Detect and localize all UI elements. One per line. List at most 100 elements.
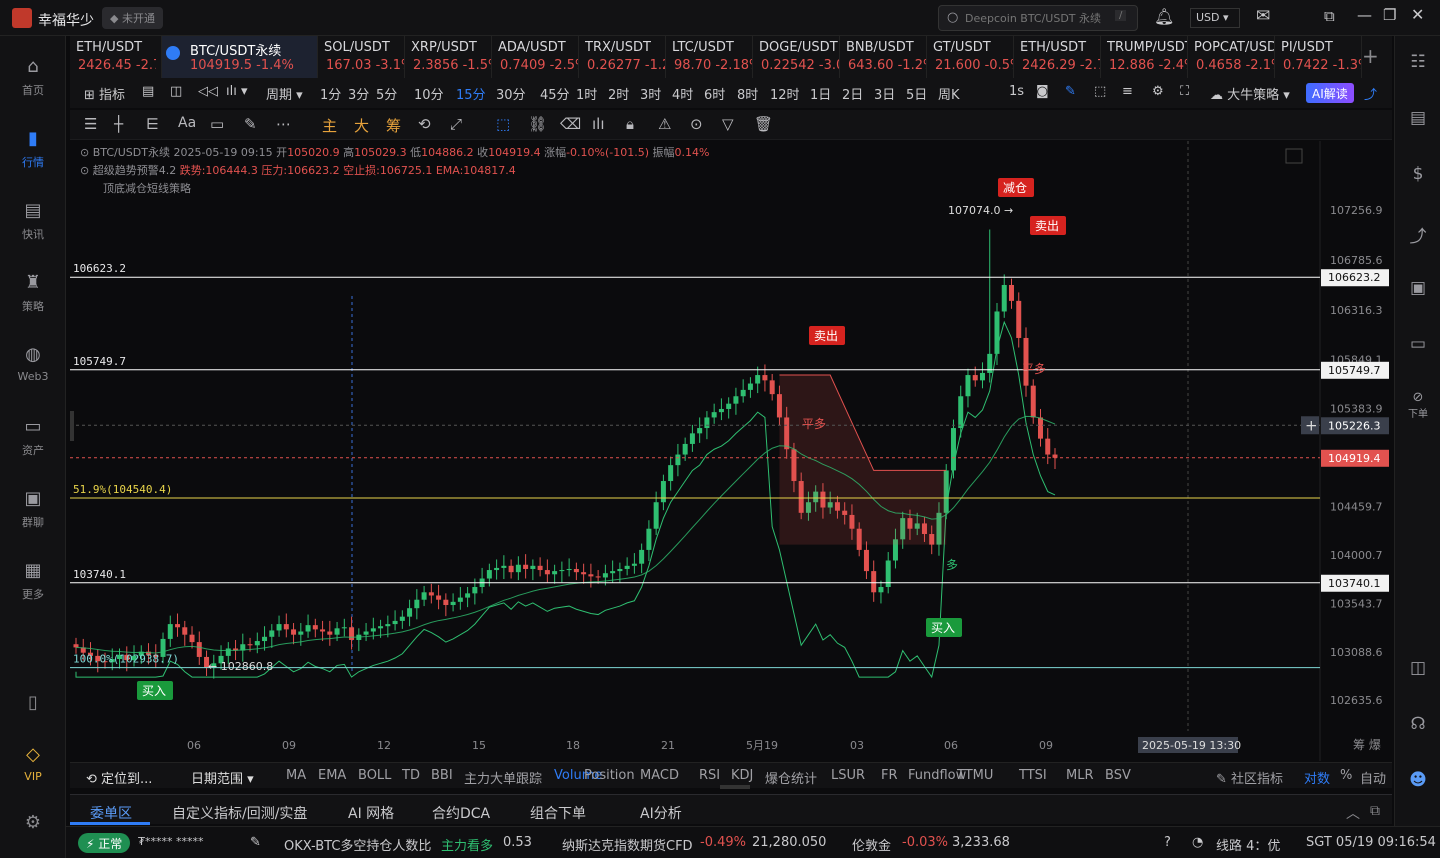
place-order-icon[interactable]: ⊘ 下单 [1406,390,1430,421]
period-17[interactable]: 5日 [906,84,927,103]
bottom-tab-0[interactable]: 委单区 [90,803,132,823]
sidebar-item-4[interactable]: ◍ Web3 [0,344,66,383]
ticker-tab-0[interactable]: ETH/USDT 2426.45 -2.74% [70,36,162,78]
ticker-tab-6[interactable]: LTC/USDT 98.70 -2.18% [666,36,753,78]
indicator-bsv[interactable]: BSV [1105,768,1131,783]
sidebar-item-0[interactable]: ⌂ 首页 [0,56,66,98]
ruler-icon[interactable]: ▭ [210,115,224,133]
left-collapse-handle[interactable] [70,411,74,441]
more-icon[interactable]: ⋯ [276,115,291,133]
eraser-icon[interactable]: ⌫ [560,115,581,133]
period-10[interactable]: 4时 [672,84,693,103]
maximize-icon[interactable]: ❐ [1383,6,1396,24]
period-5[interactable]: 30分 [496,84,526,103]
bottom-tab-1[interactable]: 自定义指标/回测/实盘 [172,803,307,823]
text-icon[interactable]: Aa [178,115,196,131]
search-input[interactable] [965,9,1115,27]
log-scale-toggle[interactable]: 对数 [1304,768,1330,787]
settings-gear-icon[interactable]: ⚙ [0,812,66,833]
global-search[interactable]: ○ / [938,5,1138,31]
settings-icon[interactable]: ⚙ [1152,84,1164,99]
period-1[interactable]: 3分 [348,84,369,103]
sidebar-item-5[interactable]: ▭ 资产 [0,416,66,458]
sidebar-item-7[interactable]: ▦ 更多 [0,560,66,602]
help-icon[interactable]: ? [1164,835,1171,850]
ticker-tab-10[interactable]: ETH/USDT 2426.29 -2.7% [1014,36,1101,78]
period-16[interactable]: 3日 [874,84,895,103]
period-label[interactable]: 周期 ▾ [266,84,303,103]
ai-interpret-button[interactable]: AI解读 [1306,83,1354,103]
lock-icon[interactable]: 🔒︎ [626,115,634,133]
popout-icon[interactable]: ⧉ [1370,803,1380,819]
indicator-ttsi[interactable]: TTSI [1019,768,1047,783]
ticker-tab-2[interactable]: SOL/USDT 167.03 -3.1% [318,36,405,78]
menu-icon[interactable]: ☰ [84,115,97,133]
share-icon[interactable]: ⤴ [1364,84,1377,103]
close-icon[interactable]: ✕ [1411,5,1424,24]
indicator-kdj[interactable]: KDJ [731,768,753,783]
order-book-icon[interactable]: ☷ [1406,52,1430,72]
headset-icon[interactable]: ☊ [1406,714,1430,734]
period-18[interactable]: 周K [938,84,960,103]
camera-icon[interactable]: ◙ [1036,84,1049,99]
panel-icon[interactable]: ◫ [1406,658,1430,678]
list-icon[interactable]: ≡ [1122,84,1133,99]
period-11[interactable]: 6时 [704,84,725,103]
ticker-tab-1[interactable]: BTC/USDT永续 104919.5 -1.4% [162,36,318,78]
sidebar-item-3[interactable]: ♜ 策略 [0,272,66,314]
replay-icon[interactable]: ◁◁ [198,84,218,99]
ticker-tab-9[interactable]: GT/USDT 21.600 -0.5% [927,36,1014,78]
date-range-button[interactable]: 日期范围 ▾ [191,768,254,787]
chart-type-icon[interactable]: ılı ▾ [226,84,248,99]
ticker-tab-7[interactable]: DOGE/USDT 0.22542 -3.0% [753,36,840,78]
indicator-lsur[interactable]: LSUR [831,768,865,783]
monitor-icon[interactable]: ▣ [1406,278,1430,298]
link-icon[interactable]: ⛓ [528,115,547,133]
brush-icon[interactable]: ✎ [244,115,257,133]
ticker-tab-4[interactable]: ADA/USDT 0.7409 -2.5% [492,36,579,78]
indicator-ttmu[interactable]: TTMU [957,768,993,783]
period-9[interactable]: 3时 [640,84,661,103]
chips-toggle[interactable]: 筹 [386,115,401,136]
bottom-tab-3[interactable]: 合约DCA [432,803,490,823]
indicator-rsi[interactable]: RSI [699,768,720,783]
bottom-tab-5[interactable]: AI分析 [640,803,682,823]
pen-icon[interactable]: ✎ [1065,84,1076,99]
period-13[interactable]: 12时 [770,84,800,103]
ticker-tab-3[interactable]: XRP/USDT 2.3856 -1.5% [405,36,492,78]
indicator-position[interactable]: Position [584,768,635,783]
indicator-td[interactable]: TD [402,768,420,783]
chart-fullscreen-icon[interactable] [1285,148,1303,164]
period-7[interactable]: 1时 [576,84,597,103]
currency-select[interactable]: USD ▾ [1190,8,1240,28]
filter-icon[interactable]: ▽ [722,115,734,133]
period-12[interactable]: 8时 [737,84,758,103]
crop-icon[interactable]: ⬚ [1094,84,1106,99]
ticker-tab-11[interactable]: TRUMP/USDT 12.886 -2.4% [1101,36,1188,78]
period-8[interactable]: 2时 [608,84,629,103]
indicator-爆仓统计[interactable]: 爆仓统计 [765,768,817,787]
horizontal-line-icon[interactable]: ┼ [114,115,123,133]
trash-icon[interactable]: 🗑︎ [754,115,773,133]
locate-button[interactable]: ⟲ 定位到... [86,768,152,787]
phone-icon[interactable]: ▯ [0,692,66,713]
bell-icon[interactable]: 🔔︎ [1154,7,1174,26]
ticker-tab-12[interactable]: POPCAT/USDT 0.4658 -2.1% [1188,36,1275,78]
assistant-icon[interactable]: ☻ [1406,770,1430,790]
period-4[interactable]: 15分 [456,84,486,103]
period-15[interactable]: 2日 [842,84,863,103]
auto-toggle[interactable]: 自动 [1360,768,1386,787]
pen-status-icon[interactable]: ✎ [250,835,261,850]
panel-resize-handle[interactable] [720,785,750,789]
sidebar-item-1[interactable]: ▮ 行情 [0,128,66,170]
layout-icon[interactable]: ◫ [170,84,182,99]
sync-icon[interactable]: ⟲ [418,115,431,133]
candle-icon[interactable]: ılı [592,115,605,133]
period-0[interactable]: 1分 [320,84,341,103]
document-icon[interactable]: ▤ [1406,108,1430,128]
indicator-ma[interactable]: MA [286,768,306,783]
indicator-button[interactable]: ⊞ 指标 [84,84,125,103]
strategy-select[interactable]: ☁ 大牛策略 ▾ [1210,84,1290,103]
minimize-icon[interactable]: — [1357,6,1372,24]
alert-icon[interactable]: ⚠ [658,115,671,133]
